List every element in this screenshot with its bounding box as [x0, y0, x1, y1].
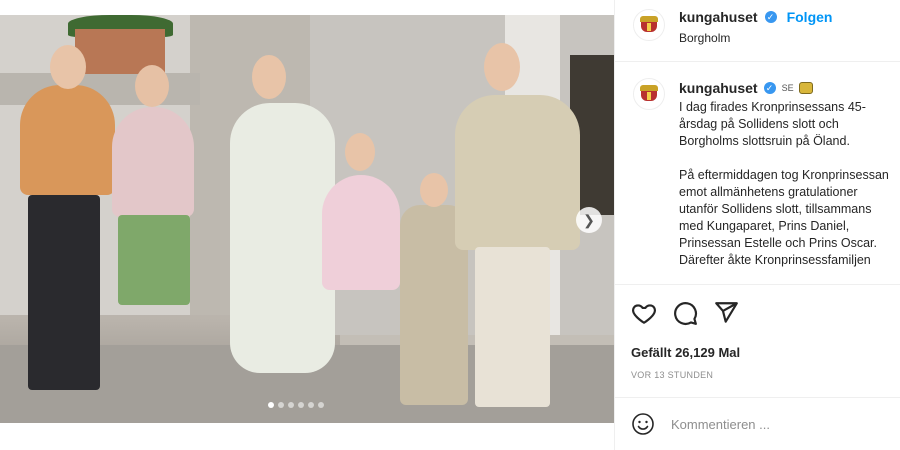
comment-bar	[615, 397, 900, 450]
emoji-icon[interactable]	[631, 412, 655, 436]
post-actions: Gefällt 26,129 Mal VOR 13 STUNDEN	[615, 284, 900, 396]
carousel-dot[interactable]	[288, 402, 294, 408]
country-tag: SE	[781, 83, 794, 93]
person-queen	[112, 107, 194, 217]
carousel-dot[interactable]	[308, 402, 314, 408]
verified-badge-icon: ✓	[763, 82, 776, 94]
location-link[interactable]: Borgholm	[679, 31, 730, 45]
caption-avatar[interactable]	[633, 78, 665, 110]
avatar[interactable]	[633, 9, 665, 41]
comment-input[interactable]	[671, 414, 871, 434]
crown-emoji-icon	[798, 82, 813, 94]
person-princess	[322, 175, 400, 290]
person-prince-daniel	[455, 95, 580, 250]
carousel-dot[interactable]	[298, 402, 304, 408]
carousel-dot[interactable]	[318, 402, 324, 408]
carousel-dot[interactable]	[278, 402, 284, 408]
like-count[interactable]: Gefällt 26,129 Mal	[631, 345, 740, 360]
crown-logo-icon	[638, 16, 660, 34]
post-caption: I dag firades Kronprinsessans 45- årsdag…	[679, 100, 889, 267]
follow-button[interactable]: Folgen	[787, 9, 833, 25]
post-photo[interactable]	[0, 15, 614, 423]
chevron-right-icon: ❯	[583, 211, 595, 228]
post-media: ❯	[0, 0, 614, 450]
share-icon[interactable]	[713, 300, 739, 326]
heart-icon[interactable]	[631, 300, 657, 326]
crown-logo-icon	[638, 85, 660, 103]
comment-icon[interactable]	[672, 300, 698, 326]
post-header: kungahuset ✓ Folgen Borgholm	[615, 0, 900, 62]
carousel-next-button[interactable]: ❯	[576, 207, 602, 233]
post-sidebar: kungahuset ✓ Folgen Borgholm kungahuset …	[614, 0, 900, 450]
username-link[interactable]: kungahuset	[679, 9, 758, 25]
person-king	[20, 85, 115, 195]
carousel-dot[interactable]	[268, 402, 274, 408]
verified-badge-icon: ✓	[764, 11, 777, 23]
carousel-dots	[268, 402, 324, 408]
post-timestamp[interactable]: VOR 13 STUNDEN	[631, 370, 713, 380]
caption-area: kungahuset ✓ SE I dag firades Kronprinse…	[615, 63, 900, 283]
caption-username[interactable]: kungahuset	[679, 80, 758, 96]
person-crown-princess	[230, 103, 335, 373]
